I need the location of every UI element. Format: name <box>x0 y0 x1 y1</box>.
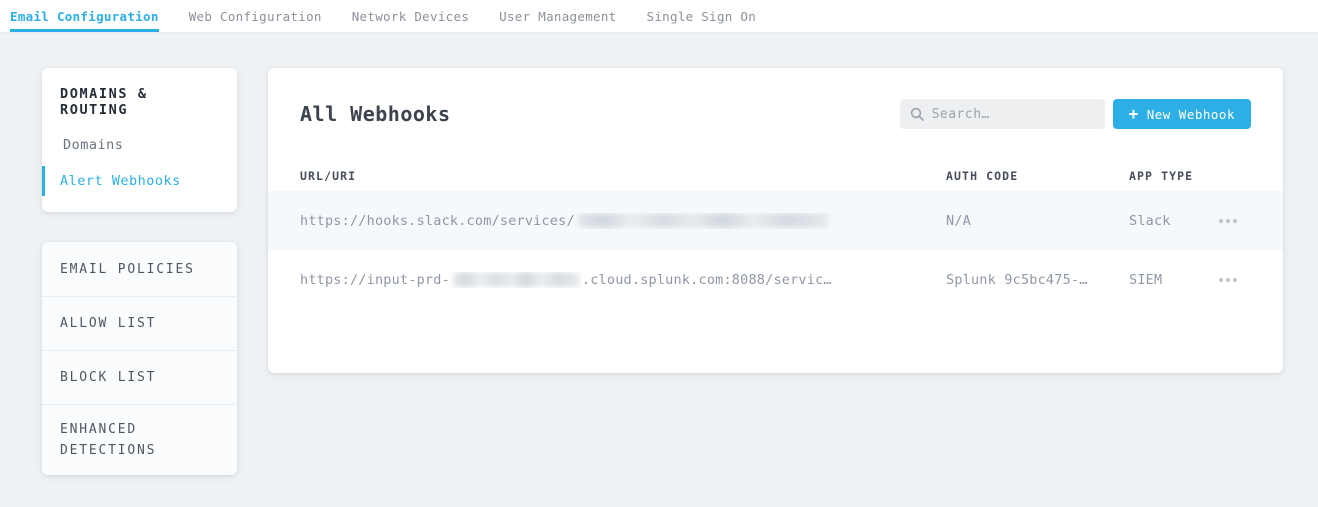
tab-network-devices[interactable]: Network Devices <box>352 0 469 32</box>
redacted-text <box>578 213 828 228</box>
column-header-auth-code: AUTH CODE <box>946 169 1129 183</box>
new-webhook-button[interactable]: + New Webhook <box>1113 99 1251 129</box>
tab-user-management[interactable]: User Management <box>499 0 616 32</box>
sidebar-sections-card: EMAIL POLICIES ALLOW LIST BLOCK LIST ENH… <box>42 242 237 475</box>
table-row: https://hooks.slack.com/services/ N/A Sl… <box>268 191 1283 250</box>
table-row: https://input-prd-.cloud.splunk.com:8088… <box>268 250 1283 309</box>
sidebar-item-email-policies[interactable]: EMAIL POLICIES <box>42 242 237 296</box>
webhook-url: https://hooks.slack.com/services/ <box>300 213 946 229</box>
sidebar-item-alert-webhooks[interactable]: Alert Webhooks <box>42 166 237 196</box>
sidebar-item-block-list[interactable]: BLOCK LIST <box>42 350 237 404</box>
table-header-row: URL/URI AUTH CODE APP TYPE <box>268 160 1283 191</box>
sidebar-section-title: DOMAINS & ROUTING <box>42 86 237 118</box>
sidebar-item-allow-list[interactable]: ALLOW LIST <box>42 296 237 350</box>
row-actions-cell <box>1206 219 1249 223</box>
column-header-app-type: APP TYPE <box>1129 169 1206 183</box>
search-input[interactable] <box>932 107 1095 122</box>
webhooks-panel: All Webhooks + New Webhook URL/URI AUTH … <box>268 68 1283 373</box>
webhook-auth-code: N/A <box>946 213 1129 229</box>
row-actions-cell <box>1206 278 1249 282</box>
content-area: DOMAINS & ROUTING Domains Alert Webhooks… <box>0 33 1318 475</box>
panel-header: All Webhooks + New Webhook <box>268 68 1283 160</box>
tab-web-configuration[interactable]: Web Configuration <box>189 0 322 32</box>
domains-routing-card: DOMAINS & ROUTING Domains Alert Webhooks <box>42 68 237 212</box>
webhook-app-type: Slack <box>1129 213 1206 229</box>
webhook-app-type: SIEM <box>1129 272 1206 288</box>
top-nav: Email Configuration Web Configuration Ne… <box>0 0 1318 33</box>
redacted-text <box>453 272 579 287</box>
webhooks-table: URL/URI AUTH CODE APP TYPE https://hooks… <box>268 160 1283 309</box>
tab-email-configuration[interactable]: Email Configuration <box>10 0 159 32</box>
webhook-auth-code: Splunk 9c5bc475-… <box>946 272 1129 288</box>
webhook-url: https://input-prd-.cloud.splunk.com:8088… <box>300 272 946 288</box>
page-title: All Webhooks <box>300 102 451 126</box>
sidebar: DOMAINS & ROUTING Domains Alert Webhooks… <box>42 68 237 475</box>
sidebar-item-domains[interactable]: Domains <box>42 130 237 160</box>
ellipsis-menu-icon[interactable] <box>1219 219 1223 223</box>
plus-icon: + <box>1129 106 1139 122</box>
tab-single-sign-on[interactable]: Single Sign On <box>647 0 757 32</box>
ellipsis-menu-icon[interactable] <box>1219 278 1223 282</box>
new-webhook-button-label: New Webhook <box>1147 107 1235 122</box>
search-icon <box>910 107 924 121</box>
search-box <box>900 99 1105 129</box>
column-header-url-uri: URL/URI <box>300 169 946 183</box>
sidebar-item-enhanced-detections[interactable]: ENHANCED DETECTIONS <box>42 404 237 475</box>
